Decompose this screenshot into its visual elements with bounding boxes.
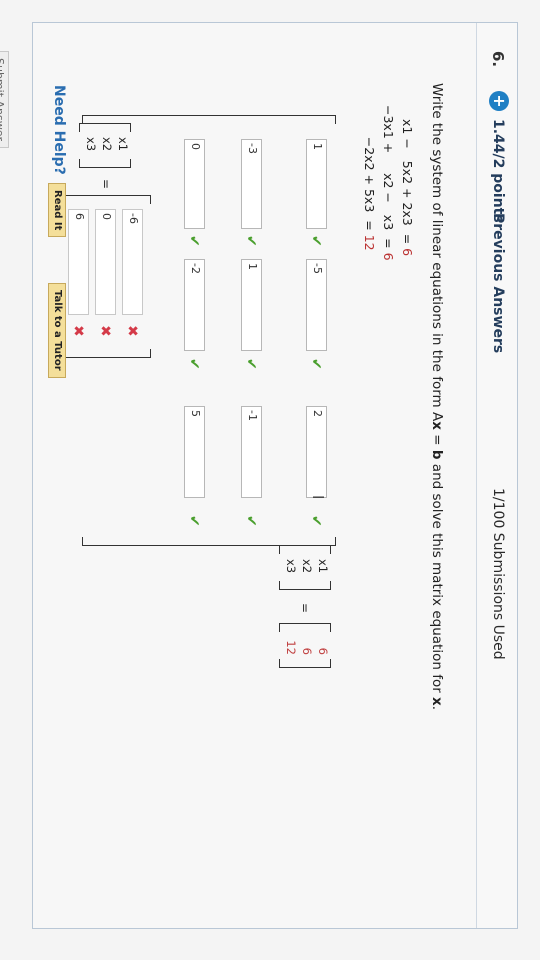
submissions-count: 1/100 Submissions Used xyxy=(490,488,506,660)
question-prompt: Write the system of linear equations in … xyxy=(429,83,445,711)
correct-check-icon: ✔ xyxy=(186,358,202,370)
solution-x-right-bracket xyxy=(79,159,131,168)
matrix-a-cell-0-2[interactable]: 2 xyxy=(306,406,327,498)
matrix-a-cell-1-2[interactable]: -1 xyxy=(241,406,262,498)
solution-right-bracket xyxy=(59,349,151,358)
equation-3: −2x2 + 5x3 = 12 xyxy=(362,105,377,251)
matrix-a-cell-1-1[interactable]: 1 xyxy=(241,259,262,351)
x-vector: x1 x2 x3 xyxy=(284,559,330,574)
equation-1: x1 − 5x2 + 2x3 = 6 xyxy=(400,119,415,257)
solution-cell-3[interactable]: 6 xyxy=(68,209,89,315)
matrix-a-cell-2-1[interactable]: -2 xyxy=(184,259,205,351)
matrix-a-cell-0-1[interactable]: -5 xyxy=(306,259,327,351)
question-header: 6. + 1.44/2 points Previous Answers 1/10… xyxy=(476,23,517,928)
solution-left-bracket xyxy=(59,195,151,204)
correct-check-icon: ✔ xyxy=(243,358,259,370)
incorrect-x-icon: ✖ xyxy=(124,325,140,337)
read-it-button[interactable]: Read It xyxy=(48,183,66,238)
text-cursor-icon: I xyxy=(309,495,327,500)
correct-check-icon: ✔ xyxy=(308,235,324,247)
question-number: 6. xyxy=(489,51,507,68)
b-vector-left-bracket xyxy=(279,623,331,632)
equals-sign: = xyxy=(298,603,312,614)
correct-check-icon: ✔ xyxy=(308,515,324,527)
matrix-a-cell-2-0[interactable]: 0 xyxy=(184,139,205,229)
need-help-label: Need Help? xyxy=(51,85,67,175)
incorrect-x-icon: ✖ xyxy=(70,325,86,337)
correct-check-icon: ✔ xyxy=(186,235,202,247)
submit-answer-button[interactable]: Submit Answer xyxy=(0,51,9,149)
rotated-page: 6. + 1.44/2 points Previous Answers 1/10… xyxy=(0,0,540,960)
correct-check-icon: ✔ xyxy=(243,235,259,247)
previous-answers-link[interactable]: Previous Answers xyxy=(490,213,506,353)
correct-check-icon: ✔ xyxy=(308,358,324,370)
b-vector-right-bracket xyxy=(279,659,331,668)
correct-check-icon: ✔ xyxy=(186,515,202,527)
solution-x-vector: x1 x2 x3 xyxy=(84,137,130,152)
x-vector-left-bracket xyxy=(279,545,331,554)
b-vector: 6 6 12 xyxy=(284,640,330,655)
correct-check-icon: ✔ xyxy=(243,515,259,527)
x-vector-right-bracket xyxy=(279,581,331,590)
solution-x-left-bracket xyxy=(79,123,131,132)
matrix-a-cell-1-0[interactable]: -3 xyxy=(241,139,262,229)
equals-sign: = xyxy=(99,179,113,190)
question-panel: 6. + 1.44/2 points Previous Answers 1/10… xyxy=(0,22,518,929)
equation-2: −3x1 + x2 − x3 = 6 xyxy=(381,105,396,261)
talk-to-tutor-button[interactable]: Talk to a Tutor xyxy=(48,283,66,378)
incorrect-x-icon: ✖ xyxy=(97,325,113,337)
solution-cell-2[interactable]: 0 xyxy=(95,209,116,315)
points-label: 1.44/2 points xyxy=(490,119,506,223)
solution-cell-1[interactable]: -6 xyxy=(122,209,143,315)
matrix-a-cell-2-2[interactable]: 5 xyxy=(184,406,205,498)
expand-plus-icon[interactable]: + xyxy=(489,91,509,111)
matrix-a-cell-0-0[interactable]: 1 xyxy=(306,139,327,229)
